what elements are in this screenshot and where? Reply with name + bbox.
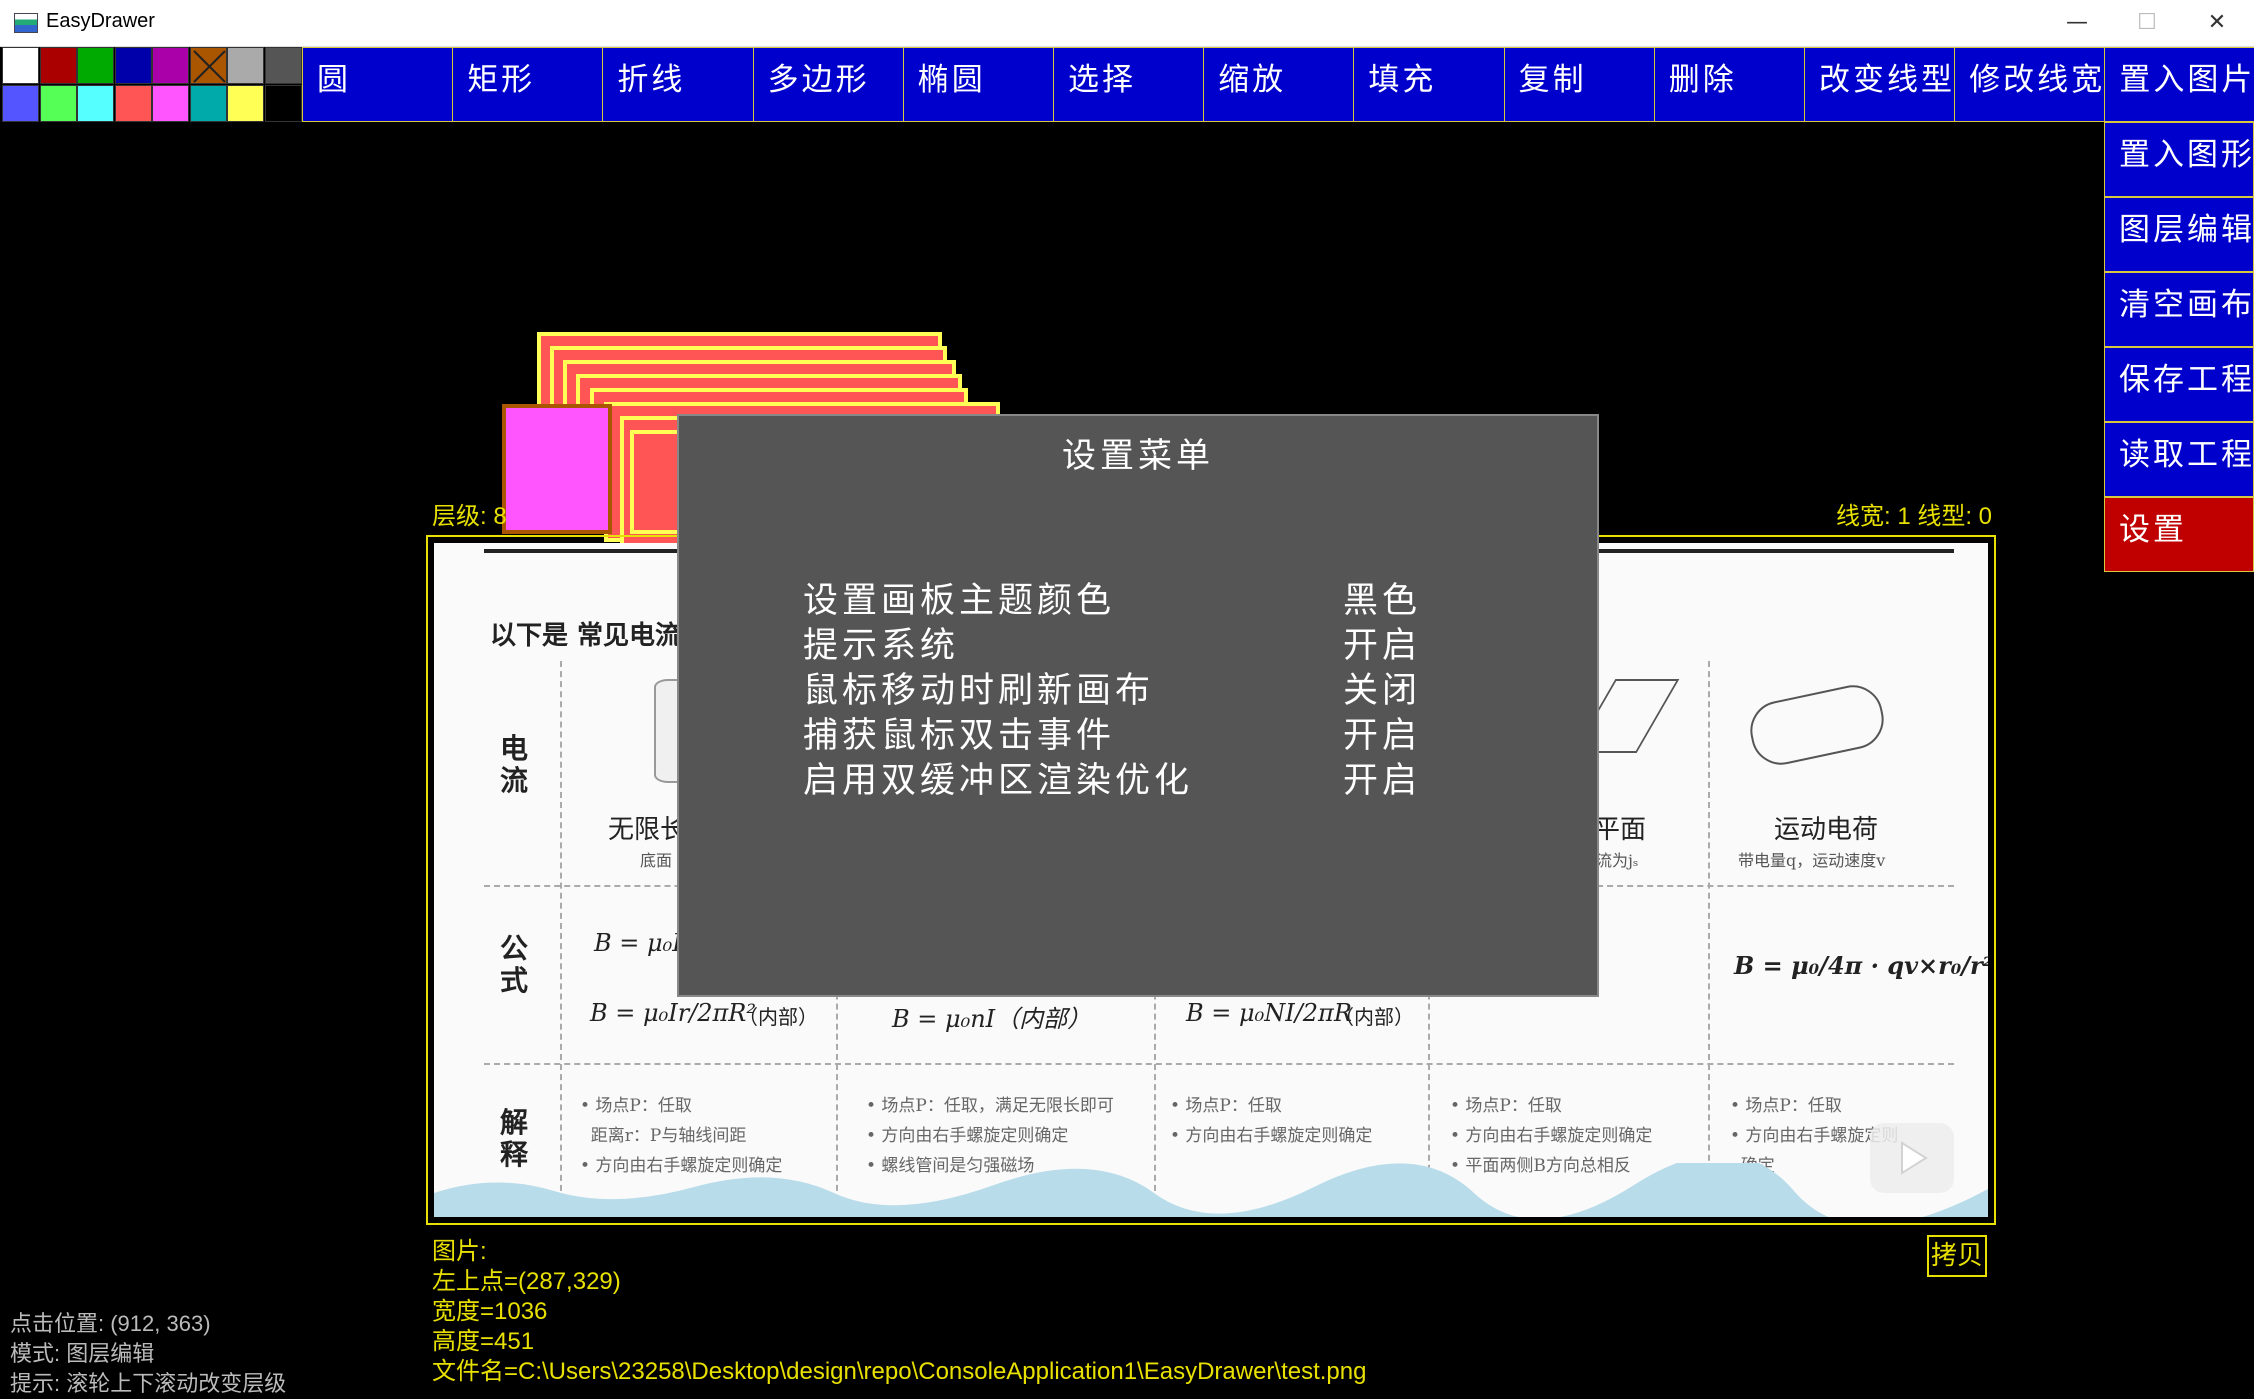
side-tool-button[interactable]: 保存工程 [2104,347,2254,422]
color-swatch[interactable] [2,47,39,84]
status-click-position: 点击位置: (912, 363) [10,1311,211,1336]
color-swatch[interactable] [39,47,77,84]
tool-button[interactable]: 折线 [602,47,754,122]
option-double-buffer-value[interactable]: 开启 [1343,752,1421,803]
color-swatch[interactable] [189,85,227,122]
col4-sub: 流为jₛ [1596,851,1639,870]
row-label-formula: 公 式 [500,932,529,997]
col1-note: • 场点P：任取 [580,1096,692,1116]
line-info: 线宽: 1 线型: 0 [1836,503,1993,530]
option-double-buffer[interactable]: 启用双缓冲区渲染优化 [803,752,1193,803]
col2-note: • 方向由右手螺旋定则确定 [866,1126,1069,1146]
title-bar: EasyDrawer — ☐ ✕ [0,0,2254,47]
side-tool-button[interactable]: 读取工程 [2104,422,2254,497]
tool-button[interactable]: 选择 [1053,47,1205,122]
color-swatch[interactable] [264,85,302,122]
tool-button[interactable]: 多边形 [752,47,904,122]
tool-button[interactable]: 填充 [1353,47,1505,122]
minimize-button[interactable]: — [2042,0,2112,46]
color-swatch[interactable] [152,85,189,122]
color-swatch[interactable] [264,47,302,84]
image-info-filename: 文件名=C:\Users\23258\Desktop\design\repo\C… [432,1358,1367,1385]
option-double-click-value[interactable]: 开启 [1343,707,1421,758]
col2-formula: B = μ₀nI（内部） [892,1005,1092,1033]
color-swatch[interactable] [39,85,77,122]
tool-button[interactable]: 删除 [1653,47,1805,122]
option-refresh-on-move-value[interactable]: 关闭 [1343,662,1421,713]
grid-line [560,661,562,1201]
play-video-icon[interactable] [1870,1123,1954,1193]
col2-note: • 场点P：任取，满足无限长即可 [866,1096,1114,1116]
col5-formula: B = μ₀/4π · qv×r₀/r² [1734,951,1988,980]
tool-button[interactable]: 圆 [302,47,454,122]
color-swatch[interactable] [2,85,39,122]
tool-button[interactable]: 矩形 [452,47,604,122]
option-hint-system[interactable]: 提示系统 [803,617,959,668]
tool-button[interactable]: 改变线型 [1804,47,1956,122]
tool-button[interactable]: 修改线宽 [1954,47,2106,122]
color-swatch[interactable] [114,47,152,84]
col3-inner: （内部） [1334,1005,1414,1029]
color-swatch[interactable] [227,47,264,84]
color-swatch[interactable] [77,85,114,122]
side-tool-button[interactable]: 清空画布 [2104,272,2254,347]
col4-note: • 方向由右手螺旋定则确定 [1450,1126,1653,1146]
tool-button[interactable]: 缩放 [1203,47,1355,122]
tool-button[interactable]: 置入图片 [2104,47,2254,122]
row-label-current: 电 流 [500,732,529,797]
status-hint: 提示: 滚轮上下滚动改变层级 [10,1371,287,1396]
close-button[interactable]: ✕ [2182,0,2252,46]
color-swatch[interactable] [152,47,189,84]
app-icon [14,13,38,33]
grid-line [484,1063,1954,1065]
col5-title: 运动电荷 [1774,815,1879,845]
col1-note: 距离r：P与轴线间距 [580,1126,747,1146]
col1-title: 无限长 [608,815,687,845]
col3-note: • 场点P：任取 [1170,1096,1282,1116]
col4-title: 平面 [1594,815,1647,845]
option-refresh-on-move[interactable]: 鼠标移动时刷新画布 [803,662,1154,713]
color-swatch[interactable] [227,85,264,122]
col3-note: • 方向由右手螺旋定则确定 [1170,1126,1373,1146]
col5-note: • 场点P：任取 [1730,1096,1842,1116]
col1-inner: （内部） [738,1005,818,1029]
side-tool-button[interactable]: 设置 [2104,497,2254,572]
maximize-button[interactable]: ☐ [2112,0,2182,46]
side-tool-button[interactable]: 置入图形 [2104,122,2254,197]
option-theme-color-value[interactable]: 黑色 [1343,572,1421,623]
image-heading: 以下是 常见电流 [490,621,682,651]
dialog-title: 设置菜单 [1062,436,1214,476]
col3-formula: B = μ₀NI/2πR [1186,999,1352,1027]
option-hint-system-value[interactable]: 开启 [1343,617,1421,668]
window-title: EasyDrawer [46,10,155,32]
col5-sub: 带电量q，运动速度v [1738,851,1886,870]
color-palette [2,47,302,123]
selected-color-swatch[interactable] [189,47,227,84]
side-tool-button[interactable]: 图层编辑 [2104,197,2254,272]
grid-line [1708,661,1710,1201]
row-label-explain: 解 释 [500,1106,529,1171]
option-double-click[interactable]: 捕获鼠标双击事件 [803,707,1115,758]
moving-charge-illustration [1744,679,1890,771]
status-mode: 模式: 图层编辑 [10,1341,155,1366]
copy-button[interactable]: 拷贝 [1927,1235,1987,1277]
selected-rectangle-shape[interactable] [502,404,612,534]
color-swatch[interactable] [114,85,152,122]
color-swatch[interactable] [77,47,114,84]
col1-formula2: B = μ₀Ir/2πR² [590,999,756,1027]
layer-label: 层级: 8 [432,503,507,530]
tool-button[interactable]: 椭圆 [902,47,1054,122]
col1-sub: 底面 [640,851,673,870]
col4-note: • 场点P：任取 [1450,1096,1562,1116]
option-theme-color[interactable]: 设置画板主题颜色 [803,572,1115,623]
wave-decoration [434,1163,1988,1217]
settings-dialog: 设置菜单 设置画板主题颜色 黑色 提示系统 开启 鼠标移动时刷新画布 关闭 捕获… [677,414,1599,997]
tool-button[interactable]: 复制 [1503,47,1655,122]
